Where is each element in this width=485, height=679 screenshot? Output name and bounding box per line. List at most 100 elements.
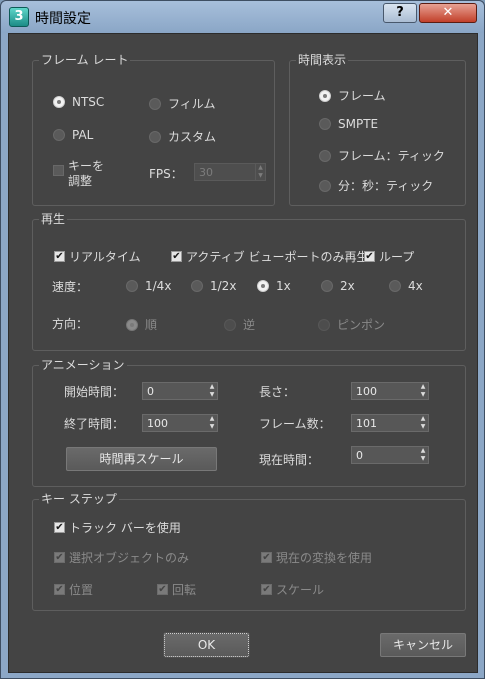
spinner-arrows-icon[interactable]: ▲ ▼ bbox=[207, 415, 217, 431]
radio-selected-icon bbox=[319, 89, 331, 102]
speed-1x-label: 1x bbox=[276, 279, 291, 293]
start-time-spinner[interactable]: 0 ▲ ▼ bbox=[142, 382, 218, 400]
frame-rate-custom-radio[interactable]: カスタム bbox=[149, 128, 216, 145]
radio-unselected-icon bbox=[319, 179, 331, 192]
radio-unselected-icon bbox=[389, 280, 401, 292]
speed-2x-radio[interactable]: 2x bbox=[321, 279, 355, 293]
radio-unselected-icon bbox=[126, 280, 138, 292]
frame-count-spinner[interactable]: 101 ▲ ▼ bbox=[351, 414, 429, 432]
start-time-value: 0 bbox=[147, 384, 154, 398]
time-display-frame-ticks-radio[interactable]: フレーム：ティック bbox=[319, 147, 445, 164]
adjust-keys-checkbox[interactable] bbox=[53, 165, 68, 176]
radio-selected-icon bbox=[257, 280, 269, 292]
loop-checkbox[interactable]: ✔ ループ bbox=[364, 248, 414, 265]
current-time-value: 0 bbox=[356, 448, 363, 462]
radio-unselected-icon bbox=[321, 280, 333, 292]
spinner-arrows-icon[interactable]: ▲ ▼ bbox=[255, 164, 265, 180]
adjust-keys-label: キーを 調整 bbox=[68, 159, 104, 189]
time-configuration-window: 3 時間設定 ? ✕ フレーム レート NTSC フィルム PAL カスタム キ… bbox=[0, 0, 485, 679]
rotation-label: 回転 bbox=[172, 583, 197, 597]
time-display-frames-label: フレーム bbox=[338, 89, 386, 103]
frame-rate-ntsc-label: NTSC bbox=[72, 95, 105, 109]
checkbox-checked-icon: ✔ bbox=[261, 584, 272, 595]
radio-unselected-icon bbox=[319, 149, 331, 162]
use-current-transform-label: 現在の変換を使用 bbox=[276, 551, 373, 565]
radio-unselected-icon bbox=[53, 129, 65, 141]
frame-count-value: 101 bbox=[356, 416, 377, 430]
frame-rate-custom-label: カスタム bbox=[168, 130, 217, 144]
time-display-group-label: 時間表示 bbox=[296, 53, 349, 67]
radio-unselected-icon bbox=[318, 318, 330, 331]
direction-pingpong-label: ピンポン bbox=[337, 318, 386, 332]
use-trackbar-checkbox[interactable]: ✔ トラック バーを使用 bbox=[54, 519, 181, 536]
spinner-arrows-icon[interactable]: ▲ ▼ bbox=[207, 383, 217, 399]
selected-objects-only-label: 選択オブジェクトのみ bbox=[69, 551, 190, 565]
checkbox-unchecked-icon bbox=[53, 165, 64, 176]
checkbox-checked-icon: ✔ bbox=[364, 251, 375, 262]
length-spinner[interactable]: 100 ▲ ▼ bbox=[351, 382, 429, 400]
animation-group-label: アニメーション bbox=[39, 358, 127, 372]
scale-checkbox[interactable]: ✔ スケール bbox=[261, 581, 324, 598]
title-bar[interactable]: 3 時間設定 ? ✕ bbox=[1, 1, 484, 33]
spinner-arrows-icon[interactable]: ▲ ▼ bbox=[418, 447, 428, 463]
current-time-spinner[interactable]: 0 ▲ ▼ bbox=[351, 446, 429, 464]
checkbox-checked-icon: ✔ bbox=[54, 552, 65, 563]
checkbox-checked-icon: ✔ bbox=[54, 522, 65, 533]
radio-selected-icon bbox=[53, 96, 65, 108]
direction-label: 方向： bbox=[52, 317, 89, 331]
frame-rate-film-radio[interactable]: フィルム bbox=[149, 95, 216, 112]
time-display-frame-ticks-label: フレーム：ティック bbox=[338, 149, 445, 163]
current-time-label: 現在時間： bbox=[259, 453, 320, 467]
radio-unselected-icon bbox=[149, 97, 161, 110]
fps-spinner[interactable]: 30 ▲ ▼ bbox=[194, 163, 266, 181]
scale-label: スケール bbox=[276, 583, 325, 597]
radio-unselected-icon bbox=[191, 280, 203, 292]
end-time-spinner[interactable]: 100 ▲ ▼ bbox=[142, 414, 218, 432]
realtime-checkbox[interactable]: ✔ リアルタイム bbox=[54, 248, 141, 265]
direction-forward-radio[interactable]: 順 bbox=[126, 316, 157, 333]
selected-objects-only-checkbox[interactable]: ✔ 選択オブジェクトのみ bbox=[54, 549, 189, 566]
fps-label: FPS： bbox=[149, 167, 183, 181]
active-viewport-checkbox[interactable]: ✔ アクティブ ビューポートのみ再生 bbox=[171, 248, 369, 265]
frame-rate-ntsc-radio[interactable]: NTSC bbox=[53, 95, 104, 109]
frame-rate-pal-radio[interactable]: PAL bbox=[53, 128, 93, 142]
checkbox-checked-icon: ✔ bbox=[54, 584, 65, 595]
frame-rate-film-label: フィルム bbox=[168, 97, 216, 111]
rescale-time-button[interactable]: 時間再スケール bbox=[66, 447, 217, 471]
spinner-arrows-icon[interactable]: ▲ ▼ bbox=[418, 415, 428, 431]
time-display-mmssticks-radio[interactable]: 分：秒：ティック bbox=[319, 177, 433, 194]
playback-group: 再生 ✔ リアルタイム ✔ アクティブ ビューポートのみ再生 ✔ ループ 速度：… bbox=[32, 212, 466, 351]
close-button[interactable]: ✕ bbox=[419, 3, 477, 23]
rotation-checkbox[interactable]: ✔ 回転 bbox=[157, 581, 196, 598]
radio-unselected-icon bbox=[224, 318, 236, 331]
frame-rate-group: フレーム レート NTSC フィルム PAL カスタム キーを 調整 FPS： … bbox=[32, 53, 275, 206]
spinner-arrows-icon[interactable]: ▲ ▼ bbox=[418, 383, 428, 399]
checkbox-checked-icon: ✔ bbox=[157, 584, 168, 595]
checkbox-checked-icon: ✔ bbox=[54, 251, 65, 262]
dialog-client-area: フレーム レート NTSC フィルム PAL カスタム キーを 調整 FPS： … bbox=[8, 33, 478, 673]
speed-1x-radio[interactable]: 1x bbox=[257, 279, 291, 293]
time-display-smpte-radio[interactable]: SMPTE bbox=[319, 117, 378, 131]
length-value: 100 bbox=[356, 384, 377, 398]
cancel-button[interactable]: キャンセル bbox=[380, 633, 466, 657]
direction-reverse-radio[interactable]: 逆 bbox=[224, 316, 255, 333]
time-display-frames-radio[interactable]: フレーム bbox=[319, 87, 386, 104]
time-display-mmssticks-label: 分：秒：ティック bbox=[338, 179, 434, 193]
direction-pingpong-radio[interactable]: ピンポン bbox=[318, 316, 385, 333]
speed-quarter-radio[interactable]: 1/4x bbox=[126, 279, 171, 293]
loop-label: ループ bbox=[379, 250, 415, 264]
radio-selected-icon bbox=[126, 318, 138, 331]
use-current-transform-checkbox[interactable]: ✔ 現在の変換を使用 bbox=[261, 549, 372, 566]
length-label: 長さ： bbox=[259, 385, 296, 399]
speed-half-radio[interactable]: 1/2x bbox=[191, 279, 236, 293]
radio-unselected-icon bbox=[319, 118, 331, 130]
adjust-keys-label-line1: キーを bbox=[68, 159, 105, 173]
app-icon: 3 bbox=[9, 7, 29, 27]
adjust-keys-label-line2: 調整 bbox=[68, 174, 93, 188]
frame-count-label: フレーム数： bbox=[259, 417, 331, 431]
help-button[interactable]: ? bbox=[383, 3, 417, 23]
speed-4x-radio[interactable]: 4x bbox=[389, 279, 423, 293]
ok-button[interactable]: OK bbox=[163, 632, 250, 658]
speed-quarter-label: 1/4x bbox=[145, 279, 172, 293]
position-checkbox[interactable]: ✔ 位置 bbox=[54, 581, 93, 598]
